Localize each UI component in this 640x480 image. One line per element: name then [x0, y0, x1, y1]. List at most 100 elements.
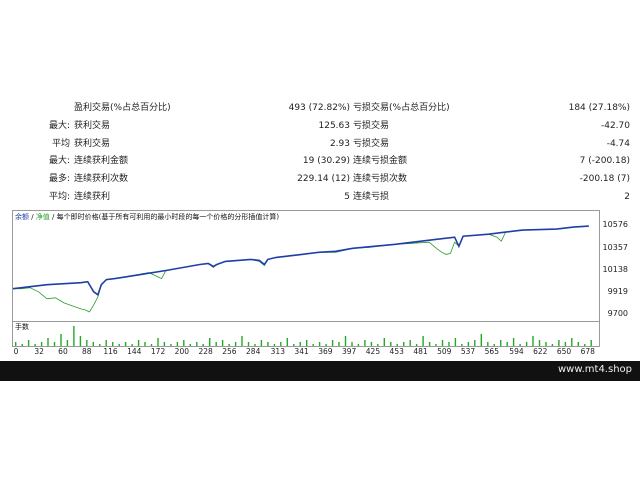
x-tick-label: 425: [365, 347, 381, 356]
stat-value-right: 184 (27.18%): [568, 103, 630, 113]
volume-bar: [15, 342, 17, 346]
volume-bar: [500, 340, 502, 346]
volume-bar: [241, 336, 243, 346]
volume-bar: [428, 342, 431, 346]
x-tick-label: 594: [509, 347, 524, 356]
stat-row-label: 最多:: [48, 174, 70, 185]
volume-bar: [260, 340, 263, 346]
volume-bar: [318, 342, 321, 346]
stat-value-left: 5: [344, 192, 350, 202]
volume-bar: [396, 344, 398, 346]
stat-row-label: 最大:: [48, 120, 70, 131]
volume-chart: 手数: [12, 321, 600, 347]
volume-bar: [202, 344, 204, 346]
stat-name-right: 亏损交易: [353, 120, 390, 131]
volume-bar: [163, 342, 166, 346]
stat-name-right: 连续亏损金额: [353, 156, 408, 167]
x-tick-label: 0: [13, 347, 19, 356]
volume-bar: [273, 344, 276, 346]
volume-bar: [467, 342, 470, 346]
volume-bar: [183, 340, 185, 346]
x-tick-label: 116: [103, 347, 118, 356]
volume-bar: [409, 340, 411, 346]
volume-bar: [286, 338, 288, 346]
x-tick-label: 60: [58, 347, 68, 356]
x-tick-label: 537: [460, 347, 476, 356]
stat-value-right: 2: [624, 192, 630, 202]
x-tick-label: 32: [34, 347, 44, 356]
volume-bar: [66, 340, 69, 346]
y-tick-label: 9919: [607, 286, 628, 296]
stats-row: 最大: 连续获利金额 19 (30.29) 连续亏损金额 7 (-200.18): [0, 153, 640, 170]
volume-bar: [480, 334, 482, 346]
x-tick-label: 650: [556, 347, 572, 356]
x-tick-label: 678: [580, 347, 595, 356]
volume-bar: [221, 340, 224, 346]
equity-chart: 余额 / 净值 / 每个即时价格(基于所有可利用的最小时段的每一个价格的分形插值…: [12, 210, 600, 322]
stat-value-right: -4.74: [606, 138, 630, 149]
volume-bar: [124, 342, 127, 346]
volume-bar: [53, 342, 56, 346]
volume-bar: [493, 344, 495, 346]
stat-name-right: 连续亏损次数: [353, 174, 408, 185]
stat-value-right: -42.70: [600, 120, 630, 131]
stat-value-left: 229.14 (12): [297, 174, 350, 185]
volume-bar: [364, 340, 366, 346]
stat-row-label: 平均:: [48, 192, 70, 202]
volume-bar: [27, 340, 30, 346]
volume-bar: [545, 342, 547, 346]
volume-bar: [40, 342, 43, 346]
volume-bar: [357, 344, 360, 346]
volume-bar: [105, 340, 107, 346]
volume-bar: [403, 342, 405, 346]
volume-bar: [506, 342, 508, 346]
volume-bar: [377, 344, 379, 346]
volume-bar: [461, 344, 463, 346]
stat-name-left: 连续获利金额: [74, 156, 129, 167]
stat-value-left: 2.93: [329, 138, 350, 149]
x-tick-label: 481: [413, 347, 428, 356]
volume-bar: [112, 342, 114, 346]
volume-bar: [325, 344, 327, 346]
stats-row: 盈利交易(%占总百分比) 493 (72.82%) 亏损交易(%占总百分比) 184 …: [0, 100, 640, 117]
volume-bar: [525, 342, 528, 346]
x-tick-label: 622: [533, 347, 548, 356]
volume-bar: [215, 342, 217, 346]
volume-bar: [21, 344, 23, 346]
volume-plot: [15, 326, 592, 346]
x-tick-label: 313: [270, 347, 285, 356]
volume-bar: [60, 334, 62, 346]
x-tick-label: 509: [437, 347, 452, 356]
volume-bar: [267, 342, 269, 346]
volume-bar: [150, 344, 153, 346]
stat-value-left: 19 (30.29): [302, 156, 350, 167]
stat-value-right: 7 (-200.18): [579, 156, 630, 167]
x-tick-label: 341: [294, 347, 309, 356]
volume-bar: [577, 342, 579, 346]
x-tick-label: 397: [341, 347, 357, 356]
volume-bar: [538, 340, 541, 346]
equity-line: [13, 225, 589, 313]
volume-bar: [571, 338, 573, 346]
volume-bar: [512, 338, 515, 346]
balance-line: [13, 225, 589, 297]
x-tick-label: 256: [222, 347, 237, 356]
volume-bar: [474, 340, 476, 346]
stat-name-right: 连续亏损: [353, 192, 390, 202]
x-tick-label: 565: [484, 347, 499, 356]
stat-name-left: 连续获利次数: [74, 174, 129, 185]
footer-bar: www.mt4.shop: [0, 361, 640, 381]
x-tick-label: 200: [174, 347, 190, 356]
x-tick-label: 284: [246, 347, 261, 356]
volume-bar: [370, 342, 373, 346]
stat-value-left: 125.63: [318, 120, 351, 131]
stat-name-left: 盈利交易(%占总百分比): [74, 103, 171, 113]
volume-bar: [79, 336, 82, 346]
x-tick-label: 369: [318, 347, 333, 356]
volume-bar: [47, 338, 49, 346]
volume-bar: [196, 342, 198, 346]
stats-row: 最多: 连续获利次数 229.14 (12) 连续亏损次数 -200.18 (7): [0, 171, 640, 188]
volume-bar: [234, 342, 237, 346]
volume-bar: [551, 344, 554, 346]
volume-bar: [487, 342, 489, 346]
